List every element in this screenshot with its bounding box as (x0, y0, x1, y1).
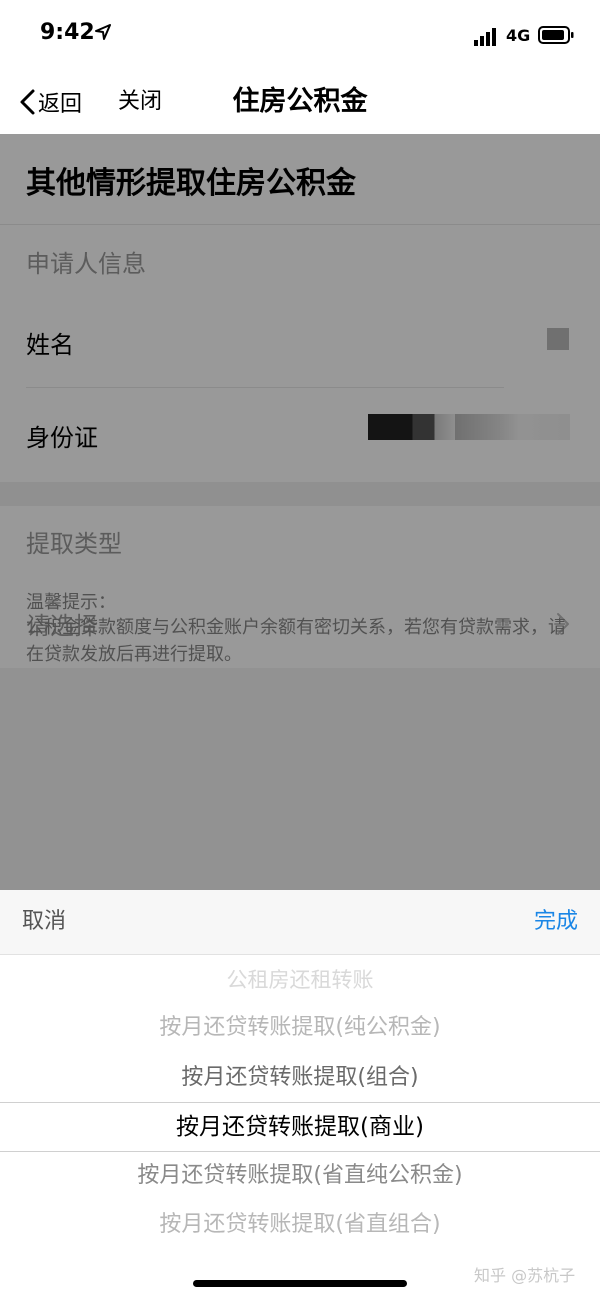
picker-option[interactable]: 按月还贷转账提取(纯公积金) (0, 1012, 600, 1044)
picker-option[interactable]: 按月还贷转账提取(省直纯公积金) (0, 1160, 600, 1192)
picker-option[interactable]: 按月还贷转账提取(组合) (0, 1062, 600, 1094)
cancel-button[interactable]: 取消 (22, 906, 66, 938)
location-arrow-icon (95, 24, 111, 40)
picker-option-selected[interactable]: 按月还贷转账提取(商业) (0, 1111, 600, 1143)
selection-indicator-top (0, 1102, 600, 1103)
selection-indicator-bottom (0, 1151, 600, 1152)
page-title: 住房公积金 (232, 86, 368, 117)
picker-sheet: 取消 完成 公租房还租转账 按月还贷转账提取(纯公积金) 按月还贷转账提取(组合… (0, 890, 600, 1299)
signal-icon (474, 28, 496, 46)
picker-toolbar: 取消 完成 (0, 890, 600, 955)
picker-option[interactable]: 按月还贷转账提取(省直组合) (0, 1209, 600, 1241)
nav-bar: 返回 关闭 住房公积金 (0, 70, 600, 134)
network-type: 4G (506, 26, 531, 45)
watermark: 知乎 @苏杭子 (474, 1266, 576, 1285)
status-bar: 9:42 4G (0, 0, 600, 70)
done-button[interactable]: 完成 (534, 906, 578, 938)
status-time: 9:42 (40, 20, 95, 45)
home-indicator[interactable] (193, 1280, 407, 1287)
battery-icon (538, 26, 574, 44)
picker-option[interactable]: 公租房还租转账 (0, 964, 600, 996)
modal-overlay[interactable] (0, 134, 600, 890)
